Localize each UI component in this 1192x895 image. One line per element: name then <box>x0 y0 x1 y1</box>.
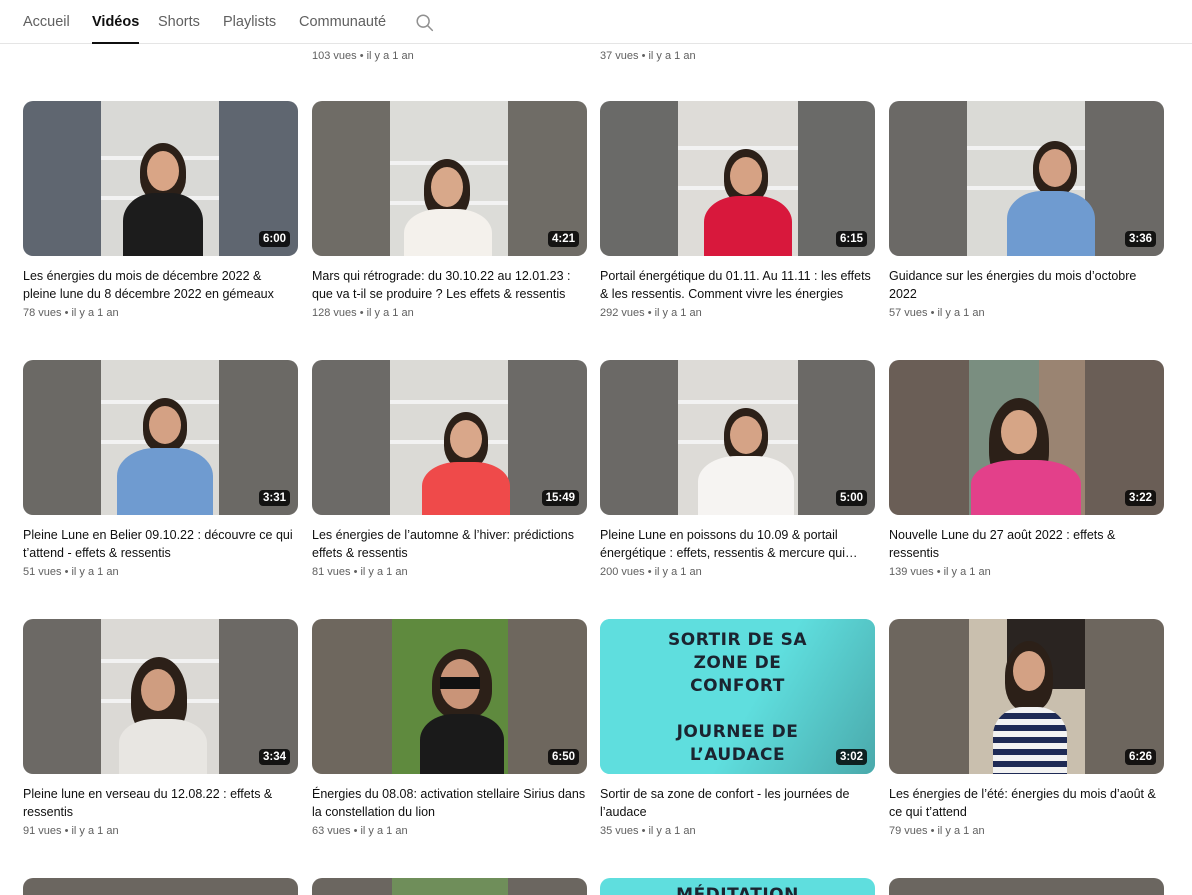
video-thumbnail[interactable]: 6:26 <box>889 619 1164 774</box>
video-card[interactable]: 3:36 Guidance sur les énergies du mois d… <box>889 101 1164 319</box>
video-thumbnail[interactable]: 5:00 <box>600 360 875 515</box>
poster-line: ZONE DE <box>693 653 782 673</box>
video-thumbnail[interactable]: SORTIR DE SA ZONE DE CONFORT JOURNEE DE … <box>600 619 875 774</box>
video-thumbnail[interactable] <box>23 878 298 895</box>
poster-line: L’AUDACE <box>689 745 786 765</box>
video-meta: 292 vues • il y a 1 an <box>600 307 702 319</box>
video-thumbnail[interactable]: 3:36 <box>889 101 1164 256</box>
tab-shorts[interactable]: Shorts <box>158 0 200 44</box>
video-title[interactable]: Portail énergétique du 01.11. Au 11.11 :… <box>600 267 875 303</box>
video-title[interactable]: Les énergies de l’automne & l’hiver: pré… <box>312 526 587 562</box>
video-duration: 6:00 <box>258 231 290 247</box>
tab-playlists[interactable]: Playlists <box>223 0 276 44</box>
video-meta: 51 vues • il y a 1 an <box>23 566 119 578</box>
video-title[interactable]: Nouvelle Lune du 27 août 2022 : effets &… <box>889 526 1164 562</box>
video-thumbnail[interactable]: 6:00 <box>23 101 298 256</box>
video-card[interactable]: 3:22 Nouvelle Lune du 27 août 2022 : eff… <box>889 360 1164 578</box>
video-title[interactable]: Pleine lune en verseau du 12.08.22 : eff… <box>23 785 298 821</box>
video-duration: 3:22 <box>1124 490 1156 506</box>
tab-videos[interactable]: Vidéos <box>92 0 140 44</box>
video-duration: 6:26 <box>1124 749 1156 765</box>
video-duration: 3:36 <box>1124 231 1156 247</box>
video-title[interactable]: Guidance sur les énergies du mois d’octo… <box>889 267 1164 303</box>
video-card[interactable]: 6:00 Les énergies du mois de décembre 20… <box>23 101 298 319</box>
video-thumbnail[interactable]: 3:22 <box>889 360 1164 515</box>
video-title[interactable]: Sortir de sa zone de confort - les journ… <box>600 785 875 821</box>
video-meta: 78 vues • il y a 1 an <box>23 307 119 319</box>
video-meta: 63 vues • il y a 1 an <box>312 825 408 837</box>
tab-communaute[interactable]: Communauté <box>299 0 386 44</box>
video-meta: 91 vues • il y a 1 an <box>23 825 119 837</box>
video-duration: 15:49 <box>541 490 579 506</box>
video-title[interactable]: Énergies du 08.08: activation stellaire … <box>312 785 587 821</box>
video-meta: 79 vues • il y a 1 an <box>889 825 985 837</box>
video-card[interactable]: 6:26 Les énergies de l’été: énergies du … <box>889 619 1164 837</box>
channel-tabs: Accueil Vidéos Shorts Playlists Communau… <box>0 0 1192 44</box>
video-card[interactable]: 5:00 Pleine Lune en poissons du 10.09 & … <box>600 360 875 578</box>
video-title[interactable]: Pleine Lune en Belier 09.10.22 : découvr… <box>23 526 298 562</box>
tab-accueil[interactable]: Accueil <box>23 0 70 44</box>
video-meta: 81 vues • il y a 1 an <box>312 566 408 578</box>
video-duration: 3:31 <box>258 490 290 506</box>
video-meta: 200 vues • il y a 1 an <box>600 566 702 578</box>
video-meta: 35 vues • il y a 1 an <box>600 825 696 837</box>
video-duration: 6:50 <box>547 749 579 765</box>
partial-video-meta: 103 vues • il y a 1 an <box>312 50 414 62</box>
video-card[interactable]: 15:49 Les énergies de l’automne & l’hive… <box>312 360 587 578</box>
video-thumbnail[interactable]: 6:50 <box>312 619 587 774</box>
search-icon[interactable] <box>414 12 436 34</box>
video-thumbnail[interactable]: 4:21 <box>312 101 587 256</box>
poster-line: MÉDITATION <box>676 885 799 895</box>
video-duration: 5:00 <box>835 490 867 506</box>
video-thumbnail[interactable]: 3:34 <box>23 619 298 774</box>
poster-line: CONFORT <box>690 676 785 696</box>
video-duration: 6:15 <box>835 231 867 247</box>
video-card[interactable]: 4:21 Mars qui rétrograde: du 30.10.22 au… <box>312 101 587 319</box>
video-title[interactable]: Pleine Lune en poissons du 10.09 & porta… <box>600 526 875 562</box>
poster-line: JOURNEE DE <box>676 722 799 742</box>
video-thumbnail[interactable] <box>889 878 1164 895</box>
video-thumbnail[interactable]: 3:31 <box>23 360 298 515</box>
video-meta: 57 vues • il y a 1 an <box>889 307 985 319</box>
video-title[interactable]: Les énergies du mois de décembre 2022 & … <box>23 267 298 303</box>
video-meta: 128 vues • il y a 1 an <box>312 307 414 319</box>
video-thumbnail[interactable]: 6:15 <box>600 101 875 256</box>
video-duration: 3:34 <box>258 749 290 765</box>
video-thumbnail[interactable]: 15:49 <box>312 360 587 515</box>
video-card[interactable]: 6:50 Énergies du 08.08: activation stell… <box>312 619 587 837</box>
video-title[interactable]: Mars qui rétrograde: du 30.10.22 au 12.0… <box>312 267 587 303</box>
video-duration: 4:21 <box>547 231 579 247</box>
video-card[interactable]: 3:31 Pleine Lune en Belier 09.10.22 : dé… <box>23 360 298 578</box>
video-card[interactable]: SORTIR DE SA ZONE DE CONFORT JOURNEE DE … <box>600 619 875 837</box>
video-meta: 139 vues • il y a 1 an <box>889 566 991 578</box>
video-thumbnail[interactable]: MÉDITATION <box>600 878 875 895</box>
video-title[interactable]: Les énergies de l’été: énergies du mois … <box>889 785 1164 821</box>
video-card[interactable]: 3:34 Pleine lune en verseau du 12.08.22 … <box>23 619 298 837</box>
video-thumbnail[interactable] <box>312 878 587 895</box>
video-duration: 3:02 <box>835 749 867 765</box>
partial-video-meta: 37 vues • il y a 1 an <box>600 50 696 62</box>
video-card[interactable]: 6:15 Portail énergétique du 01.11. Au 11… <box>600 101 875 319</box>
poster-line: SORTIR DE SA <box>668 630 807 650</box>
